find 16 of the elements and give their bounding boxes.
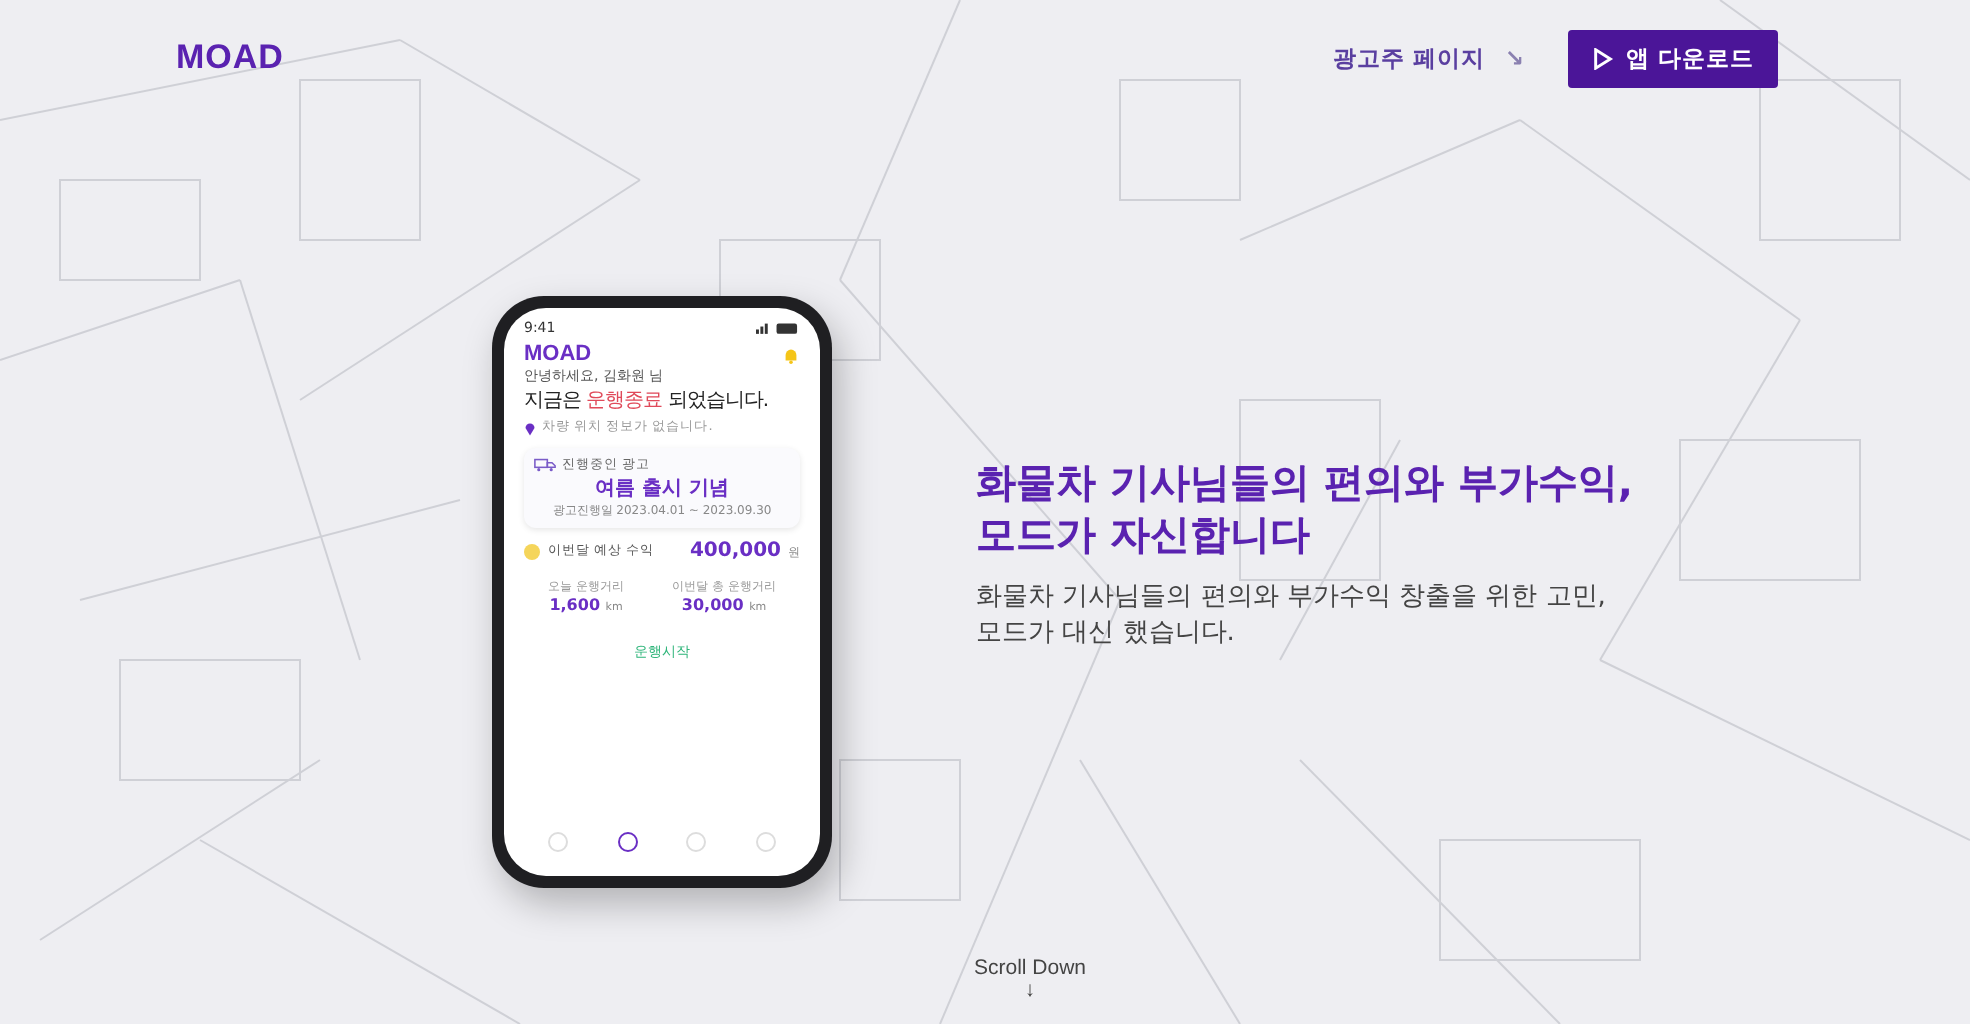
bell-icon[interactable] [782, 345, 800, 363]
app-logo: MOAD [524, 342, 592, 366]
ad-title: 여름 출시 기념 [595, 476, 729, 502]
coin-icon [524, 543, 540, 559]
status-message: 지금은 운행종료 되었습니다. [524, 388, 771, 414]
truck-icon [534, 458, 556, 472]
location-pin-icon [524, 419, 536, 435]
hero-subtitle: 화물차 기사님들의 편의와 부가수익 창출을 위한 고민, 모드가 대신 했습니다. [976, 580, 1608, 653]
tab-icon[interactable] [617, 832, 638, 852]
scroll-down-link[interactable]: Scroll Down ↓ [974, 956, 1087, 1001]
advertiser-page-link[interactable]: 광고주 페이지 ↘ [1332, 43, 1524, 73]
logo[interactable]: MOAD [176, 38, 284, 78]
signal-battery-icon [756, 322, 800, 334]
play-store-icon [1591, 47, 1614, 69]
app-download-button[interactable]: 앱 다운로드 [1567, 29, 1778, 87]
hero-title: 화물차 기사님들의 편의와 부가수익, 모드가 자신합니다 [976, 456, 1633, 560]
